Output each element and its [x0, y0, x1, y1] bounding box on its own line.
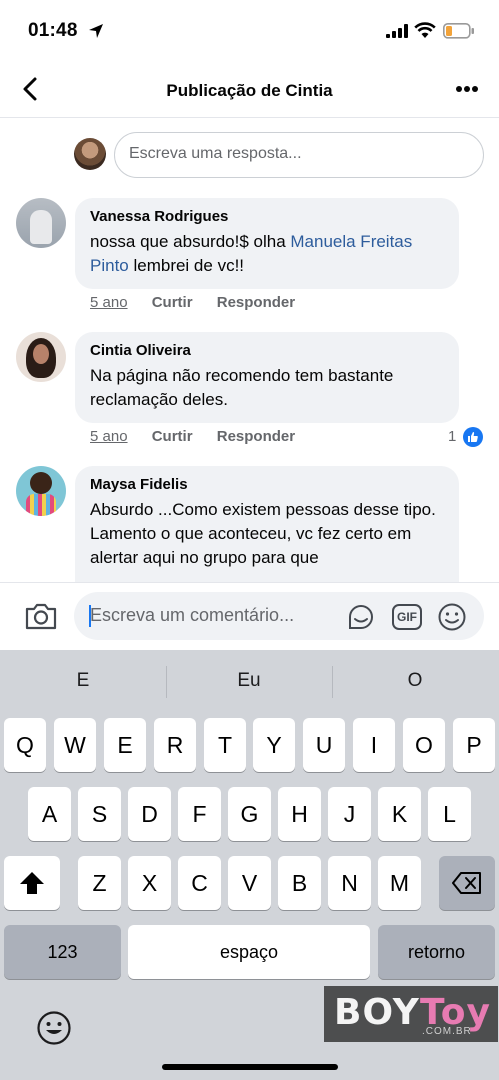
- comment-text-part: lembrei de vc!!: [128, 256, 245, 275]
- comment-actions: 5 ano Curtir Responder: [90, 428, 295, 445]
- comments-list: Escreva uma resposta... Vanessa Rodrigue…: [0, 118, 499, 582]
- key-s[interactable]: S: [78, 787, 121, 841]
- suggestion-item[interactable]: O: [332, 670, 498, 692]
- key-t[interactable]: T: [204, 718, 246, 772]
- suggestion-item[interactable]: Eu: [166, 670, 332, 692]
- shift-icon: [20, 872, 44, 894]
- home-indicator: [162, 1064, 338, 1070]
- reply-button[interactable]: Responder: [217, 294, 295, 311]
- key-o[interactable]: O: [403, 718, 445, 772]
- return-key[interactable]: retorno: [378, 925, 495, 979]
- comment-composer: Escreva um comentário... GIF: [0, 582, 499, 650]
- key-p[interactable]: P: [453, 718, 495, 772]
- key-q[interactable]: Q: [4, 718, 46, 772]
- key-x[interactable]: X: [128, 856, 171, 910]
- key-c[interactable]: C: [178, 856, 221, 910]
- like-button[interactable]: Curtir: [152, 294, 193, 311]
- comment-author[interactable]: Maysa Fidelis: [90, 476, 444, 493]
- key-z[interactable]: Z: [78, 856, 121, 910]
- like-button[interactable]: Curtir: [152, 428, 193, 445]
- reply-input[interactable]: Escreva uma resposta...: [114, 132, 484, 178]
- key-n[interactable]: N: [328, 856, 371, 910]
- comment-author[interactable]: Cintia Oliveira: [90, 342, 444, 359]
- key-k[interactable]: K: [378, 787, 421, 841]
- cellular-signal-icon: [386, 24, 408, 38]
- location-arrow-icon: [89, 24, 103, 38]
- comment-bubble: Maysa Fidelis Absurdo ...Como existem pe…: [75, 466, 459, 582]
- key-d[interactable]: D: [128, 787, 171, 841]
- key-v[interactable]: V: [228, 856, 271, 910]
- key-y[interactable]: Y: [253, 718, 295, 772]
- backspace-icon: [452, 872, 481, 894]
- emoji-icon[interactable]: [437, 602, 467, 632]
- avatar[interactable]: [16, 466, 66, 516]
- reply-button[interactable]: Responder: [217, 428, 295, 445]
- comment-text: Absurdo ...Como existem pessoas desse ti…: [90, 500, 436, 567]
- page-title: Publicação de Cintia: [166, 81, 333, 100]
- emoji-keyboard-icon[interactable]: [36, 1010, 72, 1046]
- avatar: [74, 138, 106, 170]
- watermark-text-boy: BOY: [334, 992, 420, 1033]
- status-bar: 01:48: [0, 0, 499, 62]
- post-header: Publicação de Cintia: [0, 62, 499, 118]
- numbers-key[interactable]: 123: [4, 925, 121, 979]
- key-b[interactable]: B: [278, 856, 321, 910]
- key-j[interactable]: J: [328, 787, 371, 841]
- comment-text: nossa que absurdo!$ olha Manuela Freitas…: [90, 230, 444, 278]
- suggestion-bar: E Eu O: [0, 650, 499, 716]
- sticker-icon[interactable]: [346, 602, 376, 632]
- camera-icon[interactable]: [24, 601, 58, 631]
- battery-icon: [443, 23, 474, 39]
- avatar[interactable]: [16, 332, 66, 382]
- avatar[interactable]: [16, 198, 66, 248]
- gif-icon[interactable]: GIF: [392, 604, 422, 630]
- like-reaction-icon[interactable]: [463, 427, 483, 447]
- key-g[interactable]: G: [228, 787, 271, 841]
- key-i[interactable]: I: [353, 718, 395, 772]
- comment-input[interactable]: Escreva um comentário... GIF: [74, 592, 484, 640]
- key-e[interactable]: E: [104, 718, 146, 772]
- wifi-icon: [414, 22, 436, 38]
- key-w[interactable]: W: [54, 718, 96, 772]
- comment-text: Na página não recomendo tem bastante rec…: [90, 366, 394, 409]
- comment-placeholder: Escreva um comentário...: [90, 605, 295, 625]
- key-f[interactable]: F: [178, 787, 221, 841]
- comment-text-part: nossa que absurdo!$ olha: [90, 232, 291, 251]
- more-options-icon[interactable]: [456, 86, 478, 92]
- comment-time[interactable]: 5 ano: [90, 428, 128, 445]
- key-r[interactable]: R: [154, 718, 196, 772]
- reply-bar: Escreva uma resposta...: [74, 132, 484, 178]
- key-l[interactable]: L: [428, 787, 471, 841]
- reaction-count[interactable]: 1: [448, 428, 456, 445]
- watermark-logo: BOY Toy .COM.BR: [324, 986, 498, 1042]
- key-u[interactable]: U: [303, 718, 345, 772]
- comment-bubble: Cintia Oliveira Na página não recomendo …: [75, 332, 459, 423]
- status-time: 01:48: [28, 20, 78, 41]
- comment-bubble: Vanessa Rodrigues nossa que absurdo!$ ol…: [75, 198, 459, 289]
- comment-author[interactable]: Vanessa Rodrigues: [90, 208, 444, 225]
- delete-key[interactable]: [439, 856, 495, 910]
- key-a[interactable]: A: [28, 787, 71, 841]
- comment-actions: 5 ano Curtir Responder: [90, 294, 295, 311]
- watermark-domain: .COM.BR: [422, 1026, 472, 1037]
- key-m[interactable]: M: [378, 856, 421, 910]
- comment-time[interactable]: 5 ano: [90, 294, 128, 311]
- shift-key[interactable]: [4, 856, 60, 910]
- space-key[interactable]: espaço: [128, 925, 370, 979]
- suggestion-item[interactable]: E: [0, 670, 166, 692]
- key-h[interactable]: H: [278, 787, 321, 841]
